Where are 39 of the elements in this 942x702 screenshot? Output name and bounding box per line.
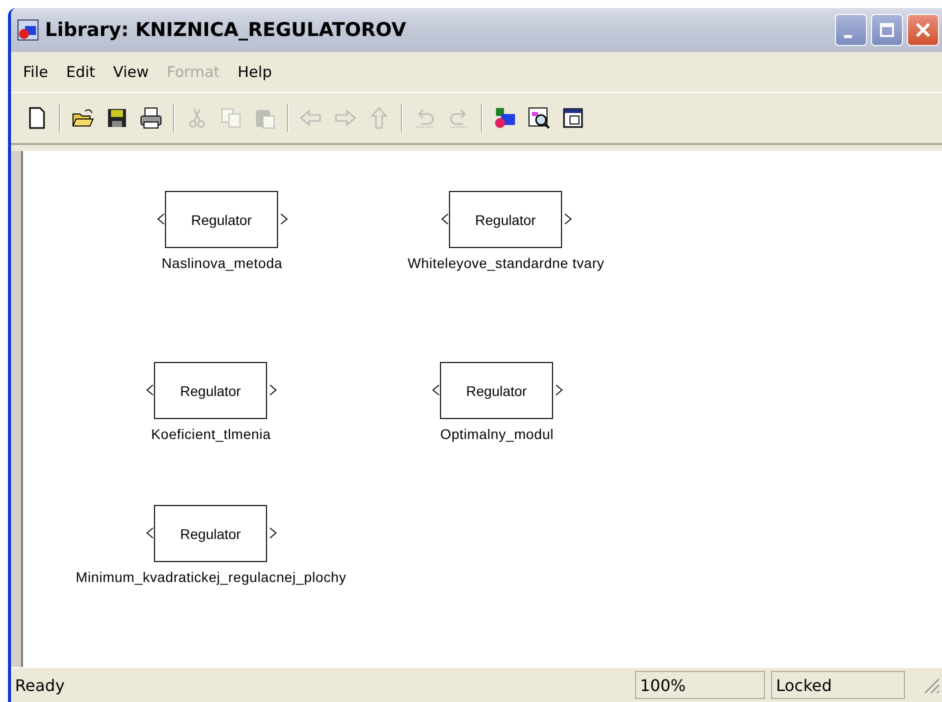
block-name: Optimalny_modul (440, 426, 554, 442)
library-block[interactable]: Regulator (440, 362, 553, 419)
input-port-icon (432, 384, 440, 396)
window-icon[interactable] (561, 106, 585, 130)
input-port-icon (146, 384, 154, 396)
input-port-icon (146, 527, 154, 539)
window-title: Library: KNIZNICA_REGULATOROV (45, 19, 408, 41)
library-block[interactable]: Regulator (154, 362, 267, 419)
block-name: Minimum_kvadratickej_regulacnej_plochy (76, 569, 346, 585)
output-port-icon (564, 213, 572, 225)
output-port-icon (280, 213, 288, 225)
magnifier-icon[interactable] (527, 106, 551, 130)
minimize-icon (844, 34, 852, 38)
app-icon (17, 19, 39, 41)
output-port-icon (269, 384, 277, 396)
input-port-icon (441, 213, 449, 225)
block-name: Whiteleyove_standardne tvary (408, 255, 604, 271)
output-port-icon (555, 384, 563, 396)
menu-item[interactable]: View (107, 63, 161, 81)
maximize-icon (877, 20, 897, 40)
menu-item[interactable]: File (17, 63, 60, 81)
status-message: Ready (14, 674, 66, 696)
minimize-button[interactable] (835, 14, 867, 46)
maximize-button[interactable] (871, 14, 903, 46)
close-icon (913, 20, 933, 40)
zoom-level: 100% (635, 671, 765, 699)
block-name: Naslinova_metoda (162, 255, 282, 271)
library-browser-icon[interactable] (493, 106, 517, 130)
menu-item[interactable]: Help (232, 63, 284, 81)
lock-status: Locked (771, 671, 905, 699)
close-button[interactable] (907, 14, 939, 46)
menu-item[interactable]: Edit (60, 63, 108, 81)
library-block[interactable]: Regulator (165, 191, 278, 248)
input-port-icon (157, 213, 165, 225)
printer-icon[interactable] (139, 106, 163, 130)
block-name: Koeficient_tlmenia (151, 426, 271, 442)
output-port-icon (269, 527, 277, 539)
library-block[interactable]: Regulator (154, 505, 267, 562)
library-block[interactable]: Regulator (449, 191, 562, 248)
